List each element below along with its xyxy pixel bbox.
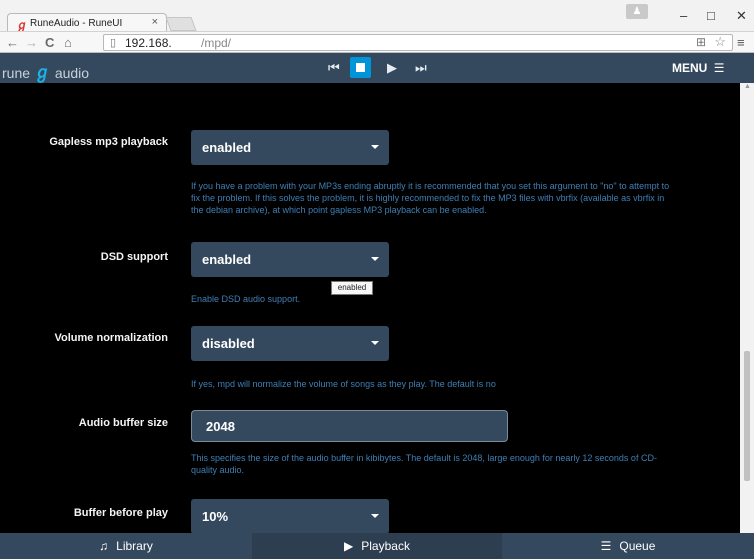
- audio-buffer-size-value: 2048: [206, 419, 235, 434]
- new-tab-button[interactable]: [165, 17, 197, 31]
- close-window-button[interactable]: ✕: [736, 8, 747, 24]
- dsd-support-value: enabled: [202, 252, 252, 267]
- gapless-mp3-label: Gapless mp3 playback: [49, 136, 168, 148]
- gapless-mp3-help: If you have a problem with your MP3s end…: [191, 181, 670, 215]
- url-path: /mpd/: [201, 36, 232, 50]
- buffer-before-play-value: 10%: [202, 509, 229, 524]
- tab-queue-label: Queue: [619, 539, 656, 553]
- scroll-up-icon[interactable]: ▲: [744, 83, 751, 90]
- play-icon: ▶: [344, 539, 354, 553]
- menu-list-icon: ☰: [713, 61, 725, 75]
- logo-text-left: rune: [2, 65, 31, 81]
- dsd-support-help: Enable DSD audio support.: [191, 294, 301, 304]
- tab-playback-label: Playback: [361, 539, 410, 553]
- mpd-settings-panel: Gapless mp3 playback enabled If you have…: [0, 83, 740, 534]
- next-track-icon[interactable]: ⏭: [415, 60, 427, 76]
- menu-label: MENU: [672, 61, 708, 75]
- rune-logo-icon: ℊ: [33, 63, 51, 82]
- user-profile-icon[interactable]: ♟: [626, 4, 648, 19]
- tab-playback[interactable]: ▶ Playback: [252, 533, 502, 559]
- volume-normalization-help: If yes, mpd will normalize the volume of…: [191, 379, 496, 389]
- browser-menu-icon[interactable]: ≡: [737, 35, 745, 50]
- buffer-before-play-select[interactable]: 10%: [191, 499, 389, 534]
- menu-button[interactable]: MENU ☰: [672, 61, 724, 75]
- list-icon: ☰: [600, 539, 612, 553]
- home-icon[interactable]: ⌂: [64, 35, 72, 50]
- reload-icon[interactable]: C: [45, 35, 54, 50]
- maximize-button[interactable]: □: [707, 8, 715, 23]
- chevron-down-icon: [371, 257, 379, 261]
- gapless-mp3-select[interactable]: enabled: [191, 130, 389, 165]
- scrollbar-thumb[interactable]: [744, 351, 750, 481]
- logo-text-right: audio: [54, 65, 90, 81]
- tab-library[interactable]: ♫ Library: [0, 533, 252, 559]
- play-icon[interactable]: ▶: [387, 60, 397, 76]
- stop-icon: [356, 63, 365, 72]
- runeaudio-logo[interactable]: rune ℊ audio: [2, 58, 89, 83]
- chevron-down-icon: [371, 145, 379, 149]
- buffer-before-play-label: Buffer before play: [73, 507, 168, 519]
- dsd-support-select[interactable]: enabled: [191, 242, 389, 277]
- url-host: 192.168.: [125, 36, 172, 50]
- gapless-mp3-value: enabled: [202, 140, 252, 155]
- tab-strip: ℊ RuneAudio - RuneUI × ♟ – □ ✕: [0, 0, 754, 32]
- tab-queue[interactable]: ☰ Queue: [502, 533, 754, 559]
- tab-library-label: Library: [116, 539, 153, 553]
- bookmark-star-icon[interactable]: ☆: [714, 34, 726, 50]
- bottom-navigation: ♫ Library ▶ Playback ☰ Queue: [0, 533, 754, 559]
- music-note-icon: ♫: [99, 539, 109, 553]
- stop-button[interactable]: [350, 57, 371, 78]
- tooltip: enabled: [331, 281, 373, 295]
- audio-buffer-size-input[interactable]: 2048: [191, 410, 508, 442]
- dsd-support-label: DSD support: [100, 251, 168, 263]
- minimize-button[interactable]: –: [680, 8, 687, 23]
- volume-normalization-value: disabled: [202, 336, 255, 351]
- chevron-down-icon: [371, 514, 379, 518]
- chevron-down-icon: [371, 341, 379, 345]
- address-bar[interactable]: ▯ 192.168. /mpd/ ⊞ ☆: [103, 34, 733, 51]
- app-header: rune ℊ audio ⏮ ▶ ⏭ MENU ☰: [0, 53, 754, 83]
- volume-normalization-label: Volume normalization: [54, 332, 168, 344]
- back-arrow-icon[interactable]: ←: [6, 35, 19, 50]
- page-scrollbar[interactable]: ▲: [740, 83, 754, 533]
- browser-toolbar: ← → C ⌂ ▯ 192.168. /mpd/ ⊞ ☆ ≡: [0, 31, 754, 53]
- translate-icon[interactable]: ⊞: [696, 35, 706, 49]
- audio-buffer-size-help: This specifies the size of the audio buf…: [191, 453, 657, 475]
- previous-track-icon[interactable]: ⏮: [328, 60, 340, 76]
- tab-title: RuneAudio - RuneUI: [30, 18, 123, 29]
- forward-arrow-icon[interactable]: →: [25, 35, 38, 50]
- audio-buffer-size-label: Audio buffer size: [78, 417, 168, 429]
- tab-close-icon[interactable]: ×: [152, 16, 158, 28]
- page-icon: ▯: [110, 37, 117, 49]
- volume-normalization-select[interactable]: disabled: [191, 326, 389, 361]
- browser-tab[interactable]: ℊ RuneAudio - RuneUI ×: [7, 13, 167, 32]
- browser-chrome: ℊ RuneAudio - RuneUI × ♟ – □ ✕ ← → C ⌂ ▯…: [0, 0, 754, 53]
